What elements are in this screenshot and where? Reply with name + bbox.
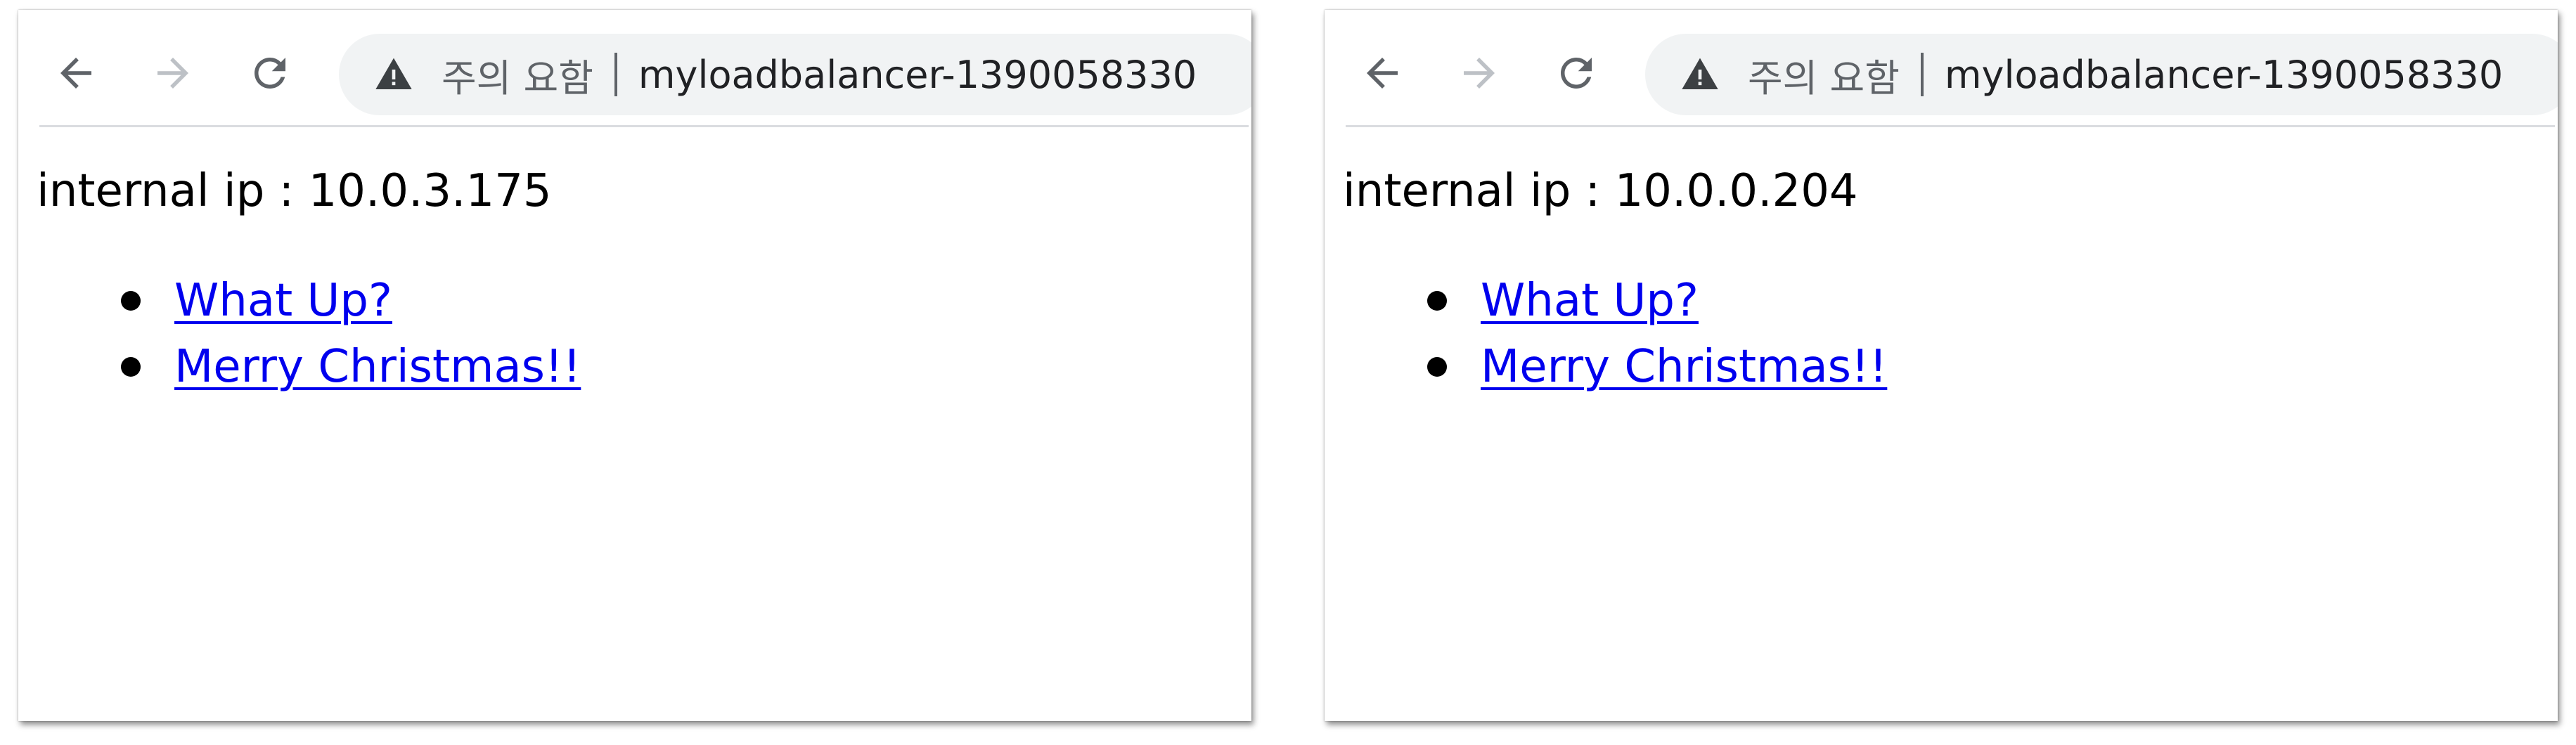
back-button[interactable] xyxy=(48,45,104,101)
reload-icon xyxy=(1561,58,1592,89)
back-button[interactable] xyxy=(1354,45,1410,101)
address-separator xyxy=(614,53,617,96)
url-text[interactable]: myloadbalancer-1390058330 xyxy=(638,53,1197,97)
address-bar[interactable]: 주의 요함 myloadbalancer-1390058330 xyxy=(1645,34,2558,115)
url-text[interactable]: myloadbalancer-1390058330 xyxy=(1945,53,2503,97)
arrow-left-icon xyxy=(60,58,91,89)
browser-toolbar: 주의 요함 myloadbalancer-1390058330 xyxy=(18,10,1251,124)
link-merry-christmas[interactable]: Merry Christmas!! xyxy=(174,344,581,389)
forward-button[interactable] xyxy=(1451,45,1507,101)
reload-button[interactable] xyxy=(1548,45,1604,101)
link-what-up[interactable]: What Up? xyxy=(1481,278,1699,323)
forward-button[interactable] xyxy=(145,45,201,101)
toolbar-divider xyxy=(1346,125,2555,127)
reload-button[interactable] xyxy=(242,45,298,101)
arrow-right-icon xyxy=(157,58,188,89)
toolbar-divider xyxy=(39,125,1249,127)
reload-icon xyxy=(255,58,285,89)
bullet xyxy=(121,357,141,377)
bullet xyxy=(1427,291,1447,311)
bullet xyxy=(121,291,141,311)
security-label[interactable]: 주의 요함 xyxy=(1748,47,1900,103)
warning-triangle-icon[interactable] xyxy=(1680,55,1720,94)
arrow-right-icon xyxy=(1464,58,1495,89)
browser-window-left: 주의 요함 myloadbalancer-1390058330 internal… xyxy=(18,10,1251,721)
bullet xyxy=(1427,357,1447,377)
browser-window-right: 주의 요함 myloadbalancer-1390058330 internal… xyxy=(1325,10,2558,721)
warning-triangle-icon[interactable] xyxy=(374,55,413,94)
address-separator xyxy=(1920,53,1924,96)
address-bar[interactable]: 주의 요함 myloadbalancer-1390058330 xyxy=(339,34,1251,115)
arrow-left-icon xyxy=(1367,58,1398,89)
browser-toolbar: 주의 요함 myloadbalancer-1390058330 xyxy=(1325,10,2558,124)
link-what-up[interactable]: What Up? xyxy=(174,278,392,323)
link-merry-christmas[interactable]: Merry Christmas!! xyxy=(1481,344,1887,389)
internal-ip-text: internal ip : 10.0.0.204 xyxy=(1343,165,1858,217)
internal-ip-text: internal ip : 10.0.3.175 xyxy=(37,165,552,217)
security-label[interactable]: 주의 요함 xyxy=(442,47,593,103)
